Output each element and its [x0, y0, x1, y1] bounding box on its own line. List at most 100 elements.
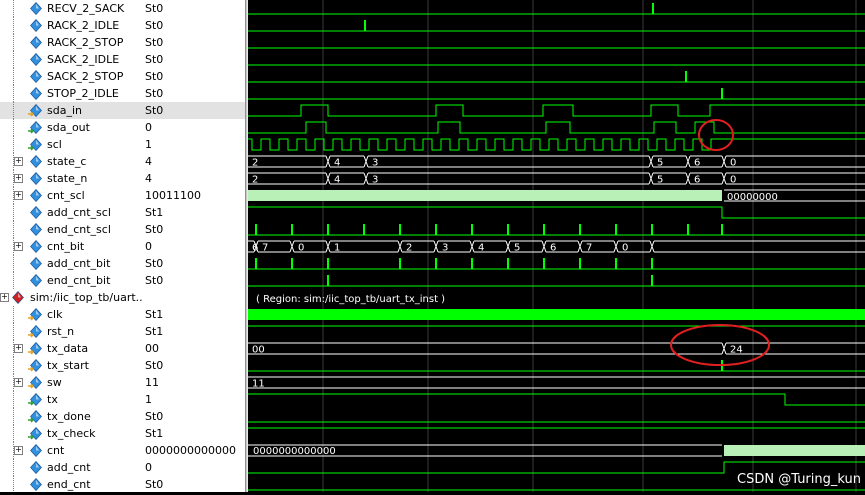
- expand-toggle-icon[interactable]: +: [14, 174, 23, 183]
- signal-row-rack-2-stop[interactable]: RACK_2_STOP: [0, 34, 142, 51]
- clock-band: [248, 309, 865, 320]
- signal-name: end_cnt_scl: [47, 223, 111, 236]
- signal-row-clk[interactable]: clk: [0, 306, 142, 323]
- signal-row-state-c[interactable]: + state_c: [0, 153, 142, 170]
- bus-value-label: 7: [586, 243, 592, 254]
- signal-name: RACK_2_IDLE: [47, 19, 120, 32]
- signal-row-rst-n[interactable]: rst_n: [0, 323, 142, 340]
- output-signal-icon: [28, 121, 42, 134]
- output-signal-icon: [28, 427, 42, 440]
- bus-segment: [368, 155, 649, 168]
- signal-value: 0: [145, 121, 152, 134]
- expand-toggle-icon[interactable]: +: [14, 157, 23, 166]
- bus-transition: [325, 155, 331, 168]
- signal-name: state_n: [47, 172, 88, 185]
- signal-icon: [28, 155, 42, 168]
- signal-icon: [28, 257, 42, 270]
- signal-value: 11: [145, 376, 159, 389]
- expand-toggle-icon[interactable]: +: [14, 378, 23, 387]
- wave-scl: [248, 138, 865, 151]
- signal-row-sw[interactable]: + sw: [0, 374, 142, 391]
- signal-row-cnt-bit[interactable]: + cnt_bit: [0, 238, 142, 255]
- bus-value-label: 6: [694, 175, 700, 186]
- bus-segment: [248, 342, 722, 355]
- signal-icon: [28, 223, 42, 236]
- signal-value: 4: [145, 155, 152, 168]
- input-signal-icon: [28, 325, 42, 338]
- signal-icon: [28, 53, 42, 66]
- signal-row-sack-2-stop[interactable]: SACK_2_STOP: [0, 68, 142, 85]
- waveform-pane[interactable]: 2 4 3 5 6 0 2 4 3 5 6 0 00000000 6 7 0 1 2 3 4 5 6 7 0( Region:…: [248, 0, 865, 492]
- bus-transition: [505, 240, 511, 253]
- signal-name: add_cnt_bit: [47, 257, 111, 270]
- signal-name: rst_n: [47, 325, 75, 338]
- tree-line: [13, 204, 15, 221]
- input-signal-icon: [28, 342, 42, 355]
- tree-line: [13, 391, 15, 408]
- signal-value: 0: [145, 461, 152, 474]
- signal-row-end-cnt[interactable]: end_cnt: [0, 476, 142, 492]
- expand-toggle-icon[interactable]: +: [14, 191, 23, 200]
- signal-row-stop-2-idle[interactable]: STOP_2_IDLE: [0, 85, 142, 102]
- tree-line: [13, 408, 15, 425]
- watermark: CSDN @Turing_kun: [737, 472, 861, 487]
- bus-value-label: 5: [657, 158, 663, 169]
- signal-name: tx_done: [47, 410, 91, 423]
- bus-transition: [721, 342, 727, 355]
- bus-segment: [248, 172, 326, 185]
- bus-value-label: 0: [730, 175, 736, 186]
- bus-transition: [325, 240, 331, 253]
- bus-transition: [577, 240, 583, 253]
- waveform-canvas[interactable]: 2 4 3 5 6 02 4 3 5 6 0000000006 7 0 1 2 3 4 5 6 7 0( Region:…: [248, 0, 865, 492]
- signal-row-sda-out[interactable]: sda_out: [0, 119, 142, 136]
- signal-row-cnt[interactable]: + cnt: [0, 442, 142, 459]
- signal-row-cnt-scl[interactable]: + cnt_scl: [0, 187, 142, 204]
- signal-row-end-cnt-bit[interactable]: end_cnt_bit: [0, 272, 142, 289]
- signal-row-sim-iic-top-tb-uart-[interactable]: + sim:/iic_top_tb/uart...: [0, 289, 142, 306]
- expand-toggle-icon[interactable]: +: [0, 293, 9, 302]
- signal-row-sack-2-idle[interactable]: SACK_2_IDLE: [0, 51, 142, 68]
- bus-transition: [397, 240, 403, 253]
- wave-sda_in: [248, 104, 865, 117]
- signal-name: tx_data: [47, 342, 89, 355]
- signal-row-recv-2-sack[interactable]: RECV_2_SACK: [0, 0, 142, 17]
- signal-row-tx-check[interactable]: tx_check: [0, 425, 142, 442]
- signal-row-rack-2-idle[interactable]: RACK_2_IDLE: [0, 17, 142, 34]
- signal-row-tx-done[interactable]: tx_done: [0, 408, 142, 425]
- signal-value: St0: [145, 2, 164, 15]
- bus-value-label: 0: [730, 158, 736, 169]
- signal-icon: [28, 172, 42, 185]
- signal-icon: [28, 206, 42, 219]
- signal-name: STOP_2_IDLE: [47, 87, 119, 100]
- signal-row-tx-data[interactable]: + tx_data: [0, 340, 142, 357]
- tree-line: [13, 136, 15, 153]
- signal-value-pane: St0 St0 St0 St0 St0 St0 St0 0 1 4 4 10011100 St1 St0 0…: [142, 0, 245, 492]
- bus-value-label: 4: [334, 158, 340, 169]
- tree-line: [13, 68, 15, 85]
- expand-toggle-icon[interactable]: +: [14, 344, 23, 353]
- bus-value-label: 4: [334, 175, 340, 186]
- region-label: ( Region: sim:/iic_top_tb/uart_tx_inst ): [256, 294, 445, 305]
- expand-toggle-icon[interactable]: +: [14, 446, 23, 455]
- expand-toggle-icon[interactable]: +: [14, 242, 23, 251]
- signal-row-tx[interactable]: tx: [0, 391, 142, 408]
- signal-row-state-n[interactable]: + state_n: [0, 170, 142, 187]
- bus-transition: [325, 172, 331, 185]
- tree-line: [13, 425, 15, 442]
- tree-line: [13, 221, 15, 238]
- signal-row-scl[interactable]: scl: [0, 136, 142, 153]
- signal-row-add-cnt-bit[interactable]: add_cnt_bit: [0, 255, 142, 272]
- annotation-circle: [698, 119, 734, 151]
- tree-line: [13, 119, 15, 136]
- tree-line: [13, 0, 15, 17]
- signal-row-add-cnt-scl[interactable]: add_cnt_scl: [0, 204, 142, 221]
- signal-name: SACK_2_IDLE: [47, 53, 120, 66]
- signal-row-sda-in[interactable]: sda_in: [0, 102, 142, 119]
- tree-line: [13, 357, 15, 374]
- signal-value: 00: [145, 342, 159, 355]
- signal-row-tx-start[interactable]: tx_start: [0, 357, 142, 374]
- signal-value: 0: [145, 240, 152, 253]
- signal-name: cnt_scl: [47, 189, 85, 202]
- signal-row-end-cnt-scl[interactable]: end_cnt_scl: [0, 221, 142, 238]
- signal-row-add-cnt[interactable]: add_cnt: [0, 459, 142, 476]
